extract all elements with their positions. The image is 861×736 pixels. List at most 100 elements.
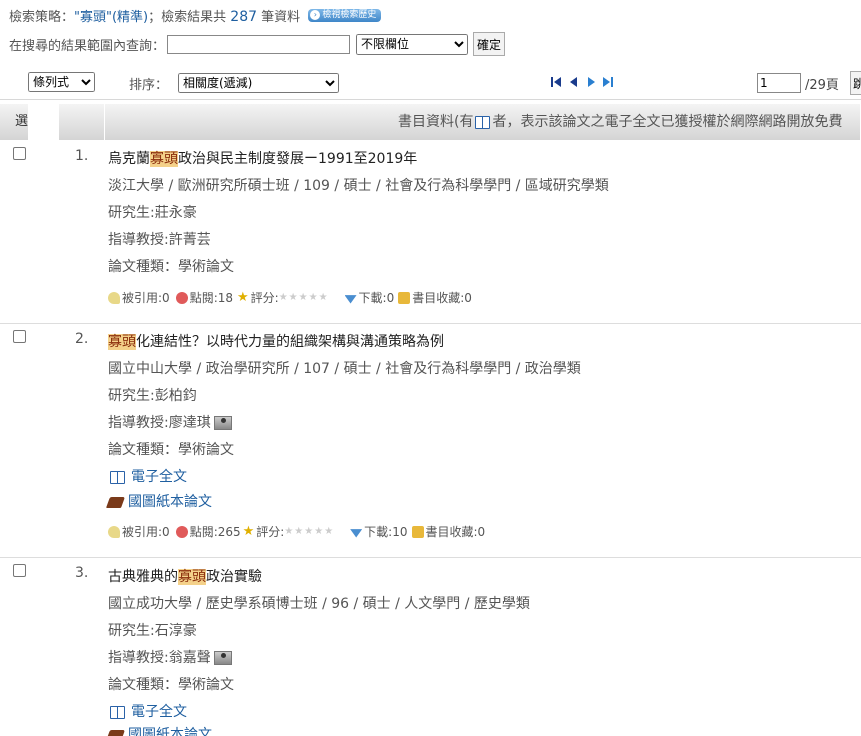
query-text: "寡頭"(精準) — [74, 10, 149, 25]
click-count: 點閱:265 — [189, 525, 241, 539]
book-icon — [475, 115, 491, 129]
refine-search-input[interactable] — [167, 34, 351, 54]
rating-stars: ★★★★★ — [278, 292, 329, 303]
record-stats: 被引用:0 點閱:265 ★ 評分: ★★★★★ 下載:10 書目收藏:0 — [108, 523, 485, 540]
record-advisor: 指導教授:許菁芸 — [108, 232, 211, 248]
record-advisor: 指導教授:翁嘉聲 — [108, 650, 211, 666]
paper-book-icon — [105, 729, 126, 736]
click-count: 點閱:18 — [189, 291, 234, 305]
result-count: 287 — [230, 9, 258, 25]
record-number: 2. — [75, 331, 89, 347]
search-history-label: 檢視檢索歷史 — [322, 10, 377, 20]
paper-thesis-link[interactable]: 國圖紙本論文 — [105, 724, 212, 736]
info-header-prefix: 書目資料(有 — [398, 114, 474, 130]
page-number-input[interactable] — [757, 73, 801, 93]
cite-icon — [108, 525, 120, 538]
select-column-header[interactable]: 選 — [0, 104, 29, 140]
title-text: 烏克蘭 — [108, 151, 150, 167]
last-page-icon[interactable] — [601, 75, 615, 89]
book-icon — [110, 705, 125, 719]
record-type: 論文種類：學術論文 — [108, 677, 234, 693]
record-title[interactable]: 寡頭化連結性？以時代力量的組織架構與溝通策略為例 — [108, 331, 444, 351]
result-suffix: 筆資料 — [261, 10, 301, 25]
field-select[interactable]: 不限欄位 — [356, 33, 469, 55]
paper-thesis-link[interactable]: 國圖紙本論文 — [105, 491, 212, 511]
favorite-count: 書目收藏:0 — [425, 525, 486, 539]
title-highlight: 寡頭 — [150, 151, 178, 167]
first-page-icon[interactable] — [550, 75, 564, 89]
folder-icon — [398, 291, 411, 304]
record-type: 論文種類：學術論文 — [108, 259, 234, 275]
record-school: 淡江大學 / 歐洲研究所碩士班 / 109 / 碩士 / 社會及行為科學學門 /… — [108, 178, 609, 194]
info-header-suffix: 者，表示該論文之電子全文已獲授權於網際網路開放免費 — [492, 114, 843, 130]
go-page-button[interactable]: 跳 — [850, 71, 861, 95]
advisor-profile-icon[interactable] — [213, 651, 232, 665]
record-student: 研究生:彭柏鈞 — [108, 388, 197, 404]
title-highlight: 寡頭 — [178, 569, 206, 585]
title-highlight: 寡頭 — [108, 334, 136, 350]
next-page-icon[interactable] — [584, 75, 598, 89]
result-toolbar: 條列式 排序： 相關度(遞減) /29頁 跳 — [0, 64, 861, 100]
number-column-header — [59, 104, 105, 140]
record-title[interactable]: 古典雅典的寡頭政治實驗 — [108, 566, 262, 586]
download-icon — [350, 529, 363, 538]
cite-icon — [108, 291, 120, 304]
pager — [550, 75, 615, 89]
title-text: 化連結性？以時代力量的組織架構與溝通策略為例 — [136, 334, 444, 350]
paper-label: 國圖紙本論文 — [128, 494, 212, 510]
ebook-link[interactable]: 電子全文 — [108, 466, 187, 486]
title-text: 政治實驗 — [206, 569, 262, 585]
click-icon — [175, 291, 188, 304]
paper-label: 國圖紙本論文 — [128, 727, 212, 736]
search-history-button[interactable]: › 檢視檢索歷史 — [308, 9, 382, 22]
search-summary: 檢索策略："寡頭"(精準)；檢索結果共 287 筆資料 › 檢視檢索歷史 在搜尋的… — [9, 8, 859, 56]
rating-label: 評分: — [256, 525, 285, 539]
advisor-profile-icon[interactable] — [213, 416, 232, 430]
strategy-label: 檢索策略： — [9, 10, 75, 25]
record-checkbox[interactable] — [13, 564, 26, 577]
book-icon — [110, 470, 125, 484]
record-checkbox[interactable] — [13, 330, 26, 343]
ebook-link[interactable]: 電子全文 — [108, 701, 187, 721]
result-prefix: ；檢索結果共 — [148, 10, 227, 25]
prev-page-icon[interactable] — [567, 75, 581, 89]
sort-label: 排序： — [129, 78, 169, 93]
refine-label: 在搜尋的結果範圍內查詢： — [9, 38, 166, 54]
record-title[interactable]: 烏克蘭寡頭政治與民主制度發展ー1991至2019年 — [108, 148, 417, 168]
folder-icon — [411, 525, 424, 538]
record-stats: 被引用:0 點閱:18 ★ 評分: ★★★★★ 下載:0 書目收藏:0 — [108, 289, 472, 306]
cited-count: 被引用:0 — [122, 525, 170, 539]
page-total: /29頁 — [805, 78, 839, 93]
record-student: 研究生:石淳豪 — [108, 623, 197, 639]
rating-label: 評分: — [250, 291, 279, 305]
title-text: 古典雅典的 — [108, 569, 178, 585]
record-advisor: 指導教授:廖達琪 — [108, 415, 211, 431]
click-icon — [175, 525, 188, 538]
results-table-header: 選 書目資料(有 者，表示該論文之電子全文已獲授權於網際網路開放免費 — [0, 104, 861, 140]
record-advisor-row: 指導教授:翁嘉聲 — [108, 647, 232, 667]
record-school: 國立成功大學 / 歷史學系碩博士班 / 96 / 碩士 / 人文學門 / 歷史學… — [108, 596, 530, 612]
search-strategy-line: 檢索策略："寡頭"(精準)；檢索結果共 287 筆資料 › 檢視檢索歷史 — [9, 8, 859, 26]
confirm-button[interactable]: 確定 — [473, 32, 506, 56]
paper-book-icon — [105, 496, 126, 508]
record-advisor-row: 指導教授:廖達琪 — [108, 412, 232, 432]
record-number: 1. — [75, 148, 89, 164]
ebook-label: 電子全文 — [131, 469, 187, 485]
cited-count: 被引用:0 — [122, 291, 170, 305]
favorite-count: 書目收藏:0 — [412, 291, 472, 305]
star-icon: ★ — [242, 524, 255, 539]
record-type: 論文種類：學術論文 — [108, 442, 234, 458]
chevron-right-icon: › — [310, 10, 321, 20]
sort-select[interactable]: 相關度(遞減) — [178, 73, 339, 93]
record-checkbox[interactable] — [13, 147, 26, 160]
refine-search-row: 在搜尋的結果範圍內查詢： 不限欄位 確定 — [9, 32, 859, 56]
title-text: 政治與民主制度發展ー1991至2019年 — [178, 151, 418, 167]
record-student: 研究生:莊永豪 — [108, 205, 197, 221]
row-divider — [0, 557, 861, 558]
download-count: 下載:10 — [364, 525, 408, 539]
record-school: 國立中山大學 / 政治學研究所 / 107 / 碩士 / 社會及行為科學學門 /… — [108, 361, 581, 377]
star-icon: ★ — [237, 290, 249, 305]
row-divider — [0, 323, 861, 324]
ebook-label: 電子全文 — [131, 704, 187, 720]
view-mode-select[interactable]: 條列式 — [28, 72, 95, 92]
